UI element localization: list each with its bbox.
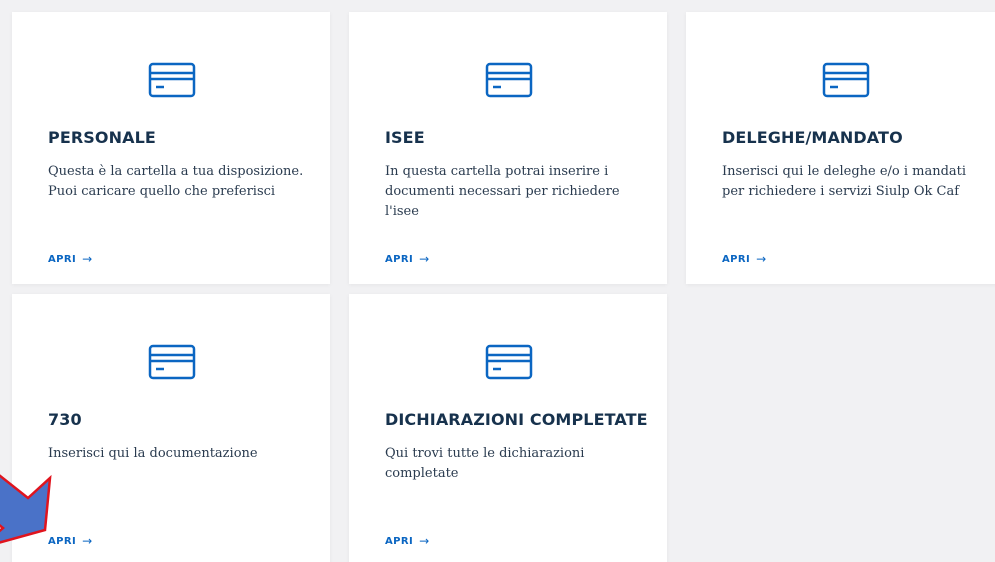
arrow-right-icon: →	[82, 534, 93, 548]
credit-card-icon	[148, 62, 196, 98]
card-title: DELEGHE/MANDATO	[722, 128, 903, 147]
open-link-isee[interactable]: APRI →	[385, 252, 430, 266]
folder-card-dichiarazioni-completate: DICHIARAZIONI COMPLETATE Qui trovi tutte…	[349, 294, 667, 562]
open-link-personale[interactable]: APRI →	[48, 252, 93, 266]
arrow-pointer-icon	[0, 474, 52, 544]
card-description: Inserisci qui la documentazione	[48, 446, 258, 461]
folder-card-personale: PERSONALE Questa è la cartella a tua dis…	[12, 12, 330, 284]
card-title: ISEE	[385, 128, 425, 147]
card-description: Questa è la cartella a tua disposizione.…	[48, 164, 304, 199]
open-link-label: APRI	[722, 253, 751, 265]
card-description: Qui trovi tutte le dichiarazioni complet…	[385, 446, 585, 481]
arrow-right-icon: →	[419, 252, 430, 266]
credit-card-icon	[148, 344, 196, 380]
card-title: 730	[48, 410, 82, 429]
arrow-right-icon: →	[419, 534, 430, 548]
arrow-right-icon: →	[82, 252, 93, 266]
document-folders-grid: PERSONALE Questa è la cartella a tua dis…	[0, 0, 995, 562]
open-link-deleghe-mandato[interactable]: APRI →	[722, 252, 767, 266]
folder-card-isee: ISEE In questa cartella potrai inserire …	[349, 12, 667, 284]
credit-card-icon	[485, 62, 533, 98]
open-link-label: APRI	[385, 253, 414, 265]
open-link-dichiarazioni-completate[interactable]: APRI →	[385, 534, 430, 548]
open-link-label: APRI	[48, 253, 77, 265]
card-title: PERSONALE	[48, 128, 156, 147]
card-title: DICHIARAZIONI COMPLETATE	[385, 410, 648, 429]
arrow-right-icon: →	[756, 252, 767, 266]
credit-card-icon	[485, 344, 533, 380]
open-link-label: APRI	[385, 535, 414, 547]
card-description: Inserisci qui le deleghe e/o i mandati p…	[722, 164, 967, 199]
folder-card-deleghe-mandato: DELEGHE/MANDATO Inserisci qui le deleghe…	[686, 12, 995, 284]
credit-card-icon	[822, 62, 870, 98]
card-description: In questa cartella potrai inserire i doc…	[385, 164, 620, 219]
